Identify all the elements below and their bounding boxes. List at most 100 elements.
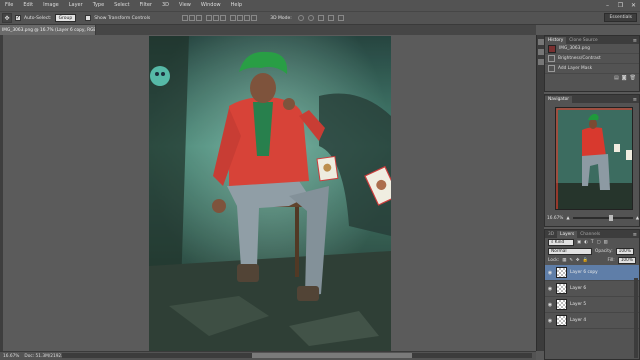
align-center-icon[interactable] xyxy=(213,15,220,21)
show-transform-checkbox[interactable] xyxy=(85,15,92,21)
menu-image[interactable]: Image xyxy=(38,0,64,11)
history-step[interactable]: Brightness/Contrast xyxy=(545,54,639,64)
zoom-slider-knob[interactable] xyxy=(608,215,613,221)
layers-panel: 3D Layers Channels ≡ ⌕ Kind ▣ ◐ T ▢ ▥ No… xyxy=(544,229,640,360)
menu-layer[interactable]: Layer xyxy=(64,0,88,11)
distribute-left-icon[interactable] xyxy=(251,15,258,21)
tab-row xyxy=(96,25,536,35)
lock-position-icon[interactable]: ✥ xyxy=(576,258,580,263)
horizontal-scroll-thumb[interactable] xyxy=(252,353,412,358)
align-right-icon[interactable] xyxy=(220,15,227,21)
lock-transparent-icon[interactable]: ▦ xyxy=(562,258,566,263)
history-step-icon xyxy=(548,55,555,62)
filter-shape-icon[interactable]: ▢ xyxy=(596,240,600,245)
options-bar: ✥ ✓ Auto-Select: Group Show Transform Co… xyxy=(0,11,640,25)
filter-kind-dropdown[interactable]: ⌕ Kind xyxy=(548,239,574,246)
eye-icon[interactable]: ◉ xyxy=(547,286,553,292)
layer-thumbnail xyxy=(556,315,567,326)
opacity-field[interactable]: 100% xyxy=(615,248,634,255)
3d-slide-icon[interactable] xyxy=(327,15,334,21)
workspace-dropdown[interactable]: Essentials xyxy=(604,13,637,22)
lock-image-icon[interactable]: ✎ xyxy=(569,258,573,263)
horizontal-scrollbar[interactable] xyxy=(62,353,532,358)
move-tool-icon[interactable]: ✥ xyxy=(2,13,12,23)
navigator-zoom-row: 16.67% ▲ ▲ xyxy=(545,213,640,223)
layers-scrollbar[interactable] xyxy=(634,278,638,358)
menu-edit[interactable]: Edit xyxy=(18,0,38,11)
blend-mode-dropdown[interactable]: Normal xyxy=(548,248,592,255)
3d-roll-icon[interactable] xyxy=(307,15,314,21)
filter-type-icon[interactable]: T xyxy=(591,240,594,245)
tab-history[interactable]: History xyxy=(545,37,567,44)
layer-name: Layer 6 xyxy=(570,286,587,291)
camera-icon[interactable]: ◙ xyxy=(622,75,627,81)
new-document-icon[interactable]: ▤ xyxy=(614,75,619,81)
tab-clone-source[interactable]: Clone Source xyxy=(566,37,600,44)
align-bottom-icon[interactable] xyxy=(196,15,203,21)
distribute-top-icon[interactable] xyxy=(230,15,237,21)
history-step[interactable]: Add Layer Mask xyxy=(545,64,639,74)
tab-channels[interactable]: Channels xyxy=(577,231,603,238)
align-top-icon[interactable] xyxy=(182,15,189,21)
panel-menu-icon[interactable]: ≡ xyxy=(633,38,637,44)
eye-icon[interactable]: ◉ xyxy=(547,302,553,308)
distribute-middle-icon[interactable] xyxy=(237,15,244,21)
filter-smart-icon[interactable]: ▥ xyxy=(604,240,608,245)
fill-field[interactable]: 100% xyxy=(617,257,636,264)
eye-icon[interactable]: ◉ xyxy=(547,270,553,276)
menu-select[interactable]: Select xyxy=(109,0,134,11)
trash-icon[interactable]: 🗑 xyxy=(630,75,636,81)
opacity-label: Opacity: xyxy=(595,249,613,254)
layer-filter-row: ⌕ Kind ▣ ◐ T ▢ ▥ xyxy=(545,238,639,247)
blend-row: Normal Opacity: 100% xyxy=(545,247,639,256)
menu-help[interactable]: Help xyxy=(226,0,247,11)
zoom-out-icon[interactable]: ▲ xyxy=(566,216,569,221)
layer-row[interactable]: ◉ Layer 6 xyxy=(545,281,639,297)
navigator-preview[interactable] xyxy=(555,107,633,210)
status-zoom[interactable]: 16.67% xyxy=(3,354,19,359)
restore-button[interactable]: ❐ xyxy=(616,2,625,9)
3d-scale-icon[interactable] xyxy=(337,15,344,21)
tab-3d[interactable]: 3D xyxy=(545,231,557,238)
menu-type[interactable]: Type xyxy=(88,0,109,11)
align-left-icon[interactable] xyxy=(206,15,213,21)
menu-3d[interactable]: 3D xyxy=(157,0,174,11)
snapshot-label: IMG_3063.png xyxy=(559,46,590,51)
auto-select-checkbox[interactable]: ✓ xyxy=(15,15,21,21)
fill-label: Fill: xyxy=(607,258,615,263)
close-button[interactable]: ✕ xyxy=(629,2,638,9)
menu-window[interactable]: Window xyxy=(196,0,226,11)
search-icon: ⌕ xyxy=(551,240,554,245)
tab-navigator[interactable]: Navigator xyxy=(545,96,573,103)
3d-rotate-icon[interactable] xyxy=(297,15,304,21)
menu-view[interactable]: View xyxy=(174,0,196,11)
layer-thumbnail xyxy=(556,267,567,278)
zoom-in-icon[interactable]: ▲ xyxy=(636,216,639,221)
panel-menu-icon[interactable]: ≡ xyxy=(633,232,637,238)
align-middle-icon[interactable] xyxy=(189,15,196,21)
auto-select-target-dropdown[interactable]: Group xyxy=(54,14,77,22)
filter-adjustment-icon[interactable]: ◐ xyxy=(584,240,588,245)
menu-bar: File Edit Image Layer Type Select Filter… xyxy=(0,0,640,11)
navigator-zoom-slider[interactable] xyxy=(572,215,633,221)
panel-menu-icon[interactable]: ≡ xyxy=(633,97,637,103)
layer-thumbnail xyxy=(556,283,567,294)
menu-file[interactable]: File xyxy=(0,0,18,11)
navigator-zoom-value[interactable]: 16.67% xyxy=(547,216,563,221)
document-canvas-image[interactable] xyxy=(149,36,391,352)
eye-icon[interactable]: ◉ xyxy=(547,318,553,324)
distribute-bottom-icon[interactable] xyxy=(244,15,251,21)
layer-row[interactable]: ◉ Layer 4 xyxy=(545,313,639,329)
layer-row-selected[interactable]: ◉ Layer 6 copy xyxy=(545,265,639,281)
history-snapshot[interactable]: IMG_3063.png xyxy=(545,44,639,54)
tab-layers[interactable]: Layers xyxy=(557,231,578,238)
menu-filter[interactable]: Filter xyxy=(135,0,157,11)
minimize-button[interactable]: – xyxy=(603,2,612,9)
3d-mode-label: 3D Mode: xyxy=(270,15,292,21)
document-tab[interactable]: IMG_3063.png @ 16.7% (Layer 6 copy, RGB/… xyxy=(0,25,96,35)
3d-drag-icon[interactable] xyxy=(317,15,324,21)
filter-pixel-icon[interactable]: ▣ xyxy=(577,240,581,245)
layer-row[interactable]: ◉ Layer 5 xyxy=(545,297,639,313)
lock-all-icon[interactable]: 🔒 xyxy=(583,258,588,263)
history-panel: History Clone Source ≡ IMG_3063.png Brig… xyxy=(544,35,640,92)
